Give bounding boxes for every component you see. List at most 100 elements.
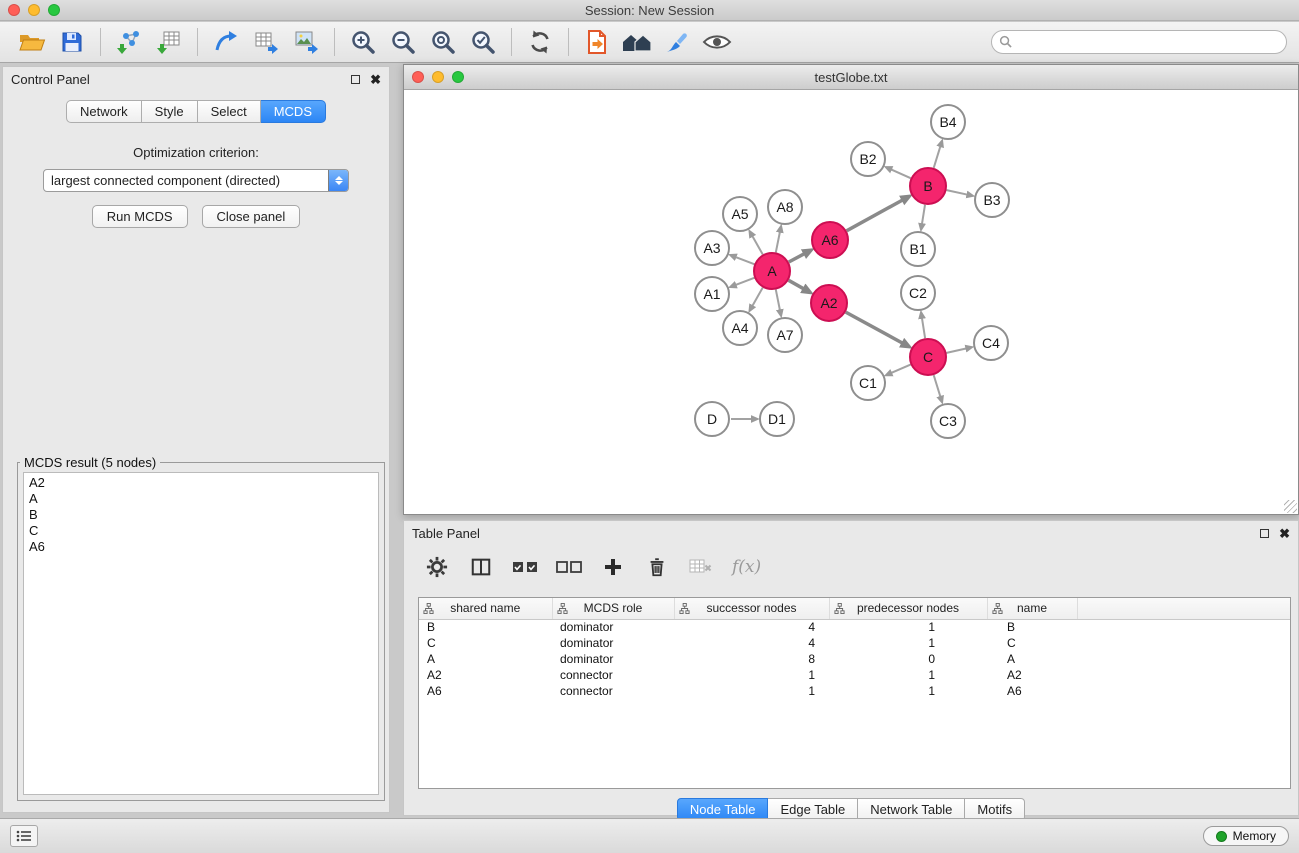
export-network-icon[interactable]	[206, 25, 246, 59]
close-network-button[interactable]	[412, 71, 424, 83]
graph-edge-A-A8[interactable]	[776, 232, 780, 253]
graph-edge-B-B4[interactable]	[934, 146, 941, 168]
close-panel-button[interactable]: Close panel	[202, 205, 301, 228]
minimize-network-button[interactable]	[432, 71, 444, 83]
result-item-a6[interactable]: A6	[24, 538, 378, 554]
export-image-icon[interactable]	[286, 25, 326, 59]
graph-edge-A-A5[interactable]	[752, 236, 763, 255]
graph-node-A1[interactable]: A1	[695, 277, 729, 311]
search-input[interactable]	[991, 30, 1287, 54]
graph-node-A6[interactable]: A6	[812, 222, 848, 258]
network-overview-icon[interactable]	[617, 25, 657, 59]
import-table-icon[interactable]	[149, 25, 189, 59]
redraw-network-icon[interactable]	[520, 25, 560, 59]
float-panel-icon[interactable]	[351, 75, 360, 84]
graph-node-B1[interactable]: B1	[901, 232, 935, 266]
export-table-icon[interactable]	[246, 25, 286, 59]
zoom-selected-icon[interactable]	[463, 25, 503, 59]
graph-edge-B-B1[interactable]	[922, 205, 925, 225]
tab-network[interactable]: Network	[66, 100, 142, 123]
memory-button[interactable]: Memory	[1203, 826, 1289, 846]
show-column-icon[interactable]	[464, 551, 498, 583]
network-snapshot-icon[interactable]	[577, 25, 617, 59]
zoom-out-icon[interactable]	[383, 25, 423, 59]
graph-edge-B-B2[interactable]	[891, 169, 911, 178]
graph-edge-A-A1[interactable]	[735, 278, 754, 285]
window-resize-grip[interactable]	[1284, 500, 1297, 513]
table-row-b[interactable]: Bdominator41B	[419, 619, 1290, 635]
delete-column-trash-icon[interactable]	[640, 551, 674, 583]
result-item-b[interactable]: B	[24, 506, 378, 522]
task-history-button[interactable]	[10, 825, 38, 847]
minimize-window-button[interactable]	[28, 4, 40, 16]
save-session-icon[interactable]	[52, 25, 92, 59]
graph-node-D[interactable]: D	[695, 402, 729, 436]
graph-node-B3[interactable]: B3	[975, 183, 1009, 217]
column-header-successor-nodes[interactable]: successor nodes	[674, 598, 829, 619]
zoom-in-icon[interactable]	[343, 25, 383, 59]
table-row-c[interactable]: Cdominator41C	[419, 635, 1290, 651]
graph-edge-A-A4[interactable]	[752, 288, 763, 307]
close-window-button[interactable]	[8, 4, 20, 16]
select-all-rows-icon[interactable]	[508, 551, 542, 583]
graph-node-C[interactable]: C	[910, 339, 946, 375]
delete-table-icon	[684, 551, 718, 583]
graph-edge-C-C2[interactable]	[922, 318, 925, 339]
table-row-a[interactable]: Adominator80A	[419, 651, 1290, 667]
function-builder-icon[interactable]: f(x)	[728, 557, 761, 577]
graph-node-C3[interactable]: C3	[931, 404, 965, 438]
show-hide-graphics-icon[interactable]	[697, 25, 737, 59]
graph-node-A[interactable]: A	[754, 253, 790, 289]
graph-edge-C-C1[interactable]	[891, 365, 911, 374]
graph-node-D1[interactable]: D1	[760, 402, 794, 436]
graph-node-A5[interactable]: A5	[723, 197, 757, 231]
column-header-MCDS-role[interactable]: MCDS role	[552, 598, 674, 619]
graph-node-A8[interactable]: A8	[768, 190, 802, 224]
import-network-icon[interactable]	[109, 25, 149, 59]
tab-style[interactable]: Style	[142, 100, 198, 123]
optimization-criterion-select[interactable]: largest connected component (directed)	[43, 169, 349, 192]
zoom-network-button[interactable]	[452, 71, 464, 83]
graph-node-C2[interactable]: C2	[901, 276, 935, 310]
result-item-c[interactable]: C	[24, 522, 378, 538]
graph-node-B4[interactable]: B4	[931, 105, 965, 139]
graph-node-B2[interactable]: B2	[851, 142, 885, 176]
graph-edge-C-C4[interactable]	[947, 348, 967, 353]
run-mcds-button[interactable]: Run MCDS	[92, 205, 188, 228]
paint-style-icon[interactable]	[657, 25, 697, 59]
result-item-a[interactable]: A	[24, 490, 378, 506]
graph-edge-A6-B[interactable]	[847, 200, 903, 231]
graph-edge-A-A2[interactable]	[789, 280, 804, 289]
column-header-predecessor-nodes[interactable]: predecessor nodes	[829, 598, 987, 619]
table-settings-gear-icon[interactable]	[420, 551, 454, 583]
zoom-window-button[interactable]	[48, 4, 60, 16]
zoom-fit-icon[interactable]	[423, 25, 463, 59]
add-column-icon[interactable]	[596, 551, 630, 583]
graph-edge-A2-C[interactable]	[846, 312, 903, 343]
open-session-icon[interactable]	[12, 25, 52, 59]
graph-node-A7[interactable]: A7	[768, 318, 802, 352]
graph-node-C1[interactable]: C1	[851, 366, 885, 400]
deselect-all-rows-icon[interactable]	[552, 551, 586, 583]
table-row-a6[interactable]: A6connector11A6	[419, 683, 1290, 699]
graph-edge-B-B3[interactable]	[947, 190, 968, 195]
column-header-shared-name[interactable]: shared name	[419, 598, 552, 619]
graph-edge-A-A7[interactable]	[776, 290, 780, 311]
graph-node-B[interactable]: B	[910, 168, 946, 204]
graph-node-A4[interactable]: A4	[723, 311, 757, 345]
graph-node-A2[interactable]: A2	[811, 285, 847, 321]
close-table-panel-icon[interactable]: ✖	[1279, 527, 1290, 540]
graph-edge-C-C3[interactable]	[934, 375, 941, 397]
graph-node-A3[interactable]: A3	[695, 231, 729, 265]
network-canvas[interactable]: B4 B2 B B3 A5 A8 A6 A3 B1 A A1 C2 A2 A4 A7 C4 C C1 C3 D D1	[404, 90, 1298, 514]
result-item-a2[interactable]: A2	[24, 474, 378, 490]
close-panel-icon[interactable]: ✖	[370, 73, 381, 86]
graph-edge-A-A3[interactable]	[735, 257, 754, 264]
graph-node-C4[interactable]: C4	[974, 326, 1008, 360]
column-header-name[interactable]: name	[987, 598, 1077, 619]
tab-select[interactable]: Select	[198, 100, 261, 123]
tab-mcds[interactable]: MCDS	[261, 100, 326, 123]
table-row-a2[interactable]: A2connector11A2	[419, 667, 1290, 683]
graph-edge-A-A6[interactable]	[789, 254, 805, 262]
float-table-panel-icon[interactable]	[1260, 529, 1269, 538]
